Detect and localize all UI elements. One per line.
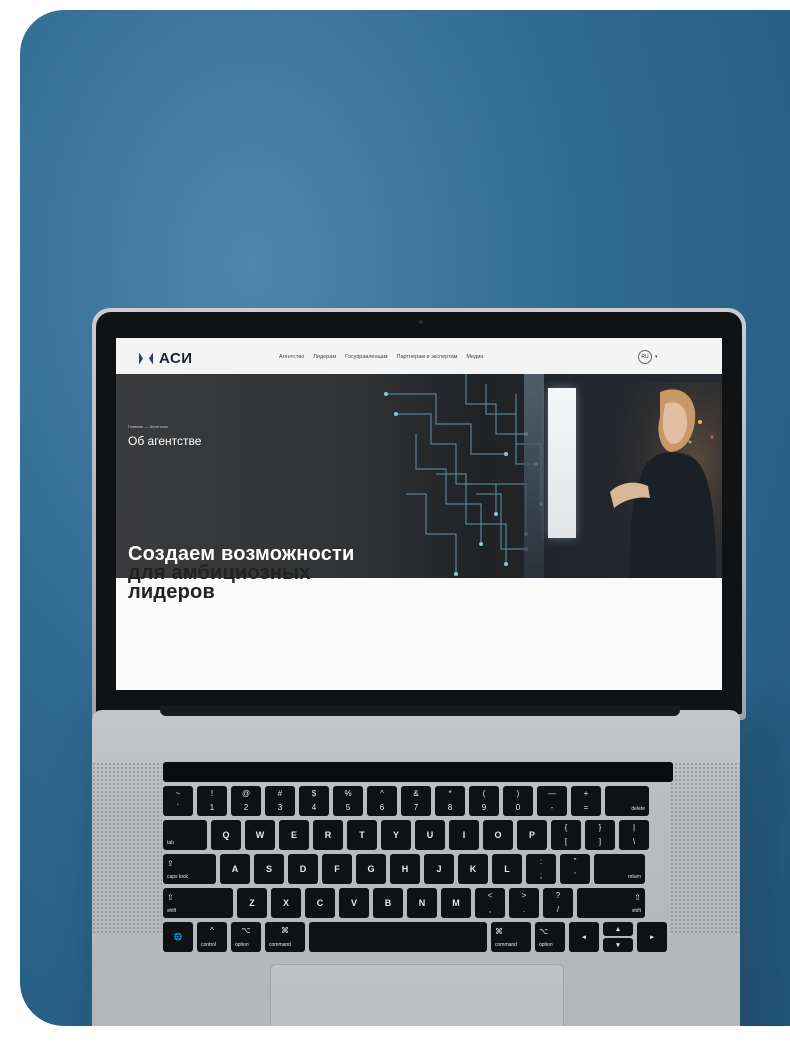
key-arrow-down[interactable]: ▾ [603,938,633,952]
key-m[interactable]: M [441,888,471,918]
caps-lock-icon: ⇪ [167,859,174,868]
key-arrow-left[interactable]: ◂ [569,922,599,952]
key-k[interactable]: K [458,854,488,884]
key-g[interactable]: G [356,854,386,884]
key-minus[interactable]: — - [537,786,567,816]
key-space[interactable] [309,922,487,952]
key-tilde[interactable]: ~ ` [163,786,193,816]
command-icon: ⌘ [281,926,289,935]
option-icon: ⌥ [539,927,549,936]
base-clip: ~ ` ! 1 @2 #3 $4 % 5 ^ 6 & 7 * 8 (9 ) 0 — - + = d… [20,10,790,1026]
key-v[interactable]: V [339,888,369,918]
key-u[interactable]: U [415,820,445,850]
key-w[interactable]: W [245,820,275,850]
option-icon: ⌥ [241,926,251,935]
key-command-left[interactable]: ⌘ command [265,922,305,952]
key-z[interactable]: Z [237,888,267,918]
left-speaker-grille [92,762,162,934]
key-semicolon[interactable]: :; [526,854,556,884]
key-4[interactable]: $4 [299,786,329,816]
arrow-down-icon: ▾ [616,942,620,949]
key-r[interactable]: R [313,820,343,850]
key-5[interactable]: % 5 [333,786,363,816]
keyboard: ~ ` ! 1 @2 #3 $4 % 5 ^ 6 & 7 * 8 (9 ) 0 — - + = d… [163,786,673,956]
key-a[interactable]: A [220,854,250,884]
globe-icon: 🌐 [173,934,183,941]
key-caps-lock[interactable]: ⇪ caps lock [163,854,216,884]
key-shift-right[interactable]: ⇧ shift [577,888,645,918]
key-arrow-up[interactable]: ▴ [603,922,633,936]
laptop-base: ~ ` ! 1 @2 #3 $4 % 5 ^ 6 & 7 * 8 (9 ) 0 — - + = d… [92,710,740,1026]
key-i[interactable]: I [449,820,479,850]
key-1[interactable]: ! 1 [197,786,227,816]
key-0[interactable]: ) 0 [503,786,533,816]
key-c[interactable]: C [305,888,335,918]
key-9[interactable]: (9 [469,786,499,816]
key-e[interactable]: E [279,820,309,850]
key-j[interactable]: J [424,854,454,884]
key-delete[interactable]: delete [605,786,649,816]
laptop-hinge [160,706,680,716]
key-return[interactable]: return [594,854,645,884]
key-backslash[interactable]: | \ [619,820,649,850]
trackpad[interactable] [270,964,564,1026]
key-option-left[interactable]: ⌥ option [231,922,261,952]
key-bracket-right[interactable]: }] [585,820,615,850]
key-s[interactable]: S [254,854,284,884]
touch-bar[interactable] [163,762,673,782]
key-control[interactable]: ^ control [197,922,227,952]
arrow-up-down-group: ▴ ▾ [603,922,633,952]
control-icon: ^ [210,926,214,935]
key-arrow-right[interactable]: ▸ [637,922,667,952]
key-b[interactable]: B [373,888,403,918]
key-comma[interactable]: <, [475,888,505,918]
key-t[interactable]: T [347,820,377,850]
key-p[interactable]: P [517,820,547,850]
key-2[interactable]: @2 [231,786,261,816]
key-bracket-left[interactable]: {[ [551,820,581,850]
key-h[interactable]: H [390,854,420,884]
key-6[interactable]: ^ 6 [367,786,397,816]
arrow-up-icon: ▴ [616,926,620,933]
key-shift-left[interactable]: ⇧ shift [163,888,233,918]
key-7[interactable]: & 7 [401,786,431,816]
key-slash[interactable]: ? / [543,888,573,918]
key-command-right[interactable]: ⌘ command [491,922,531,952]
key-equals[interactable]: + = [571,786,601,816]
key-l[interactable]: L [492,854,522,884]
key-d[interactable]: D [288,854,318,884]
key-q[interactable]: Q [211,820,241,850]
shift-icon: ⇧ [634,893,641,902]
key-o[interactable]: O [483,820,513,850]
shift-icon: ⇧ [167,893,174,902]
key-x[interactable]: X [271,888,301,918]
key-period[interactable]: >. [509,888,539,918]
key-tab[interactable]: tab [163,820,207,850]
key-3[interactable]: #3 [265,786,295,816]
key-n[interactable]: N [407,888,437,918]
arrow-left-icon: ◂ [582,934,586,941]
right-speaker-grille [670,762,740,934]
command-icon: ⌘ [495,927,503,936]
arrow-right-icon: ▸ [650,934,654,941]
key-y[interactable]: Y [381,820,411,850]
key-8[interactable]: * 8 [435,786,465,816]
key-quote[interactable]: " ' [560,854,590,884]
key-globe[interactable]: 🌐 [163,922,193,952]
key-option-right[interactable]: ⌥ option [535,922,565,952]
key-f[interactable]: F [322,854,352,884]
